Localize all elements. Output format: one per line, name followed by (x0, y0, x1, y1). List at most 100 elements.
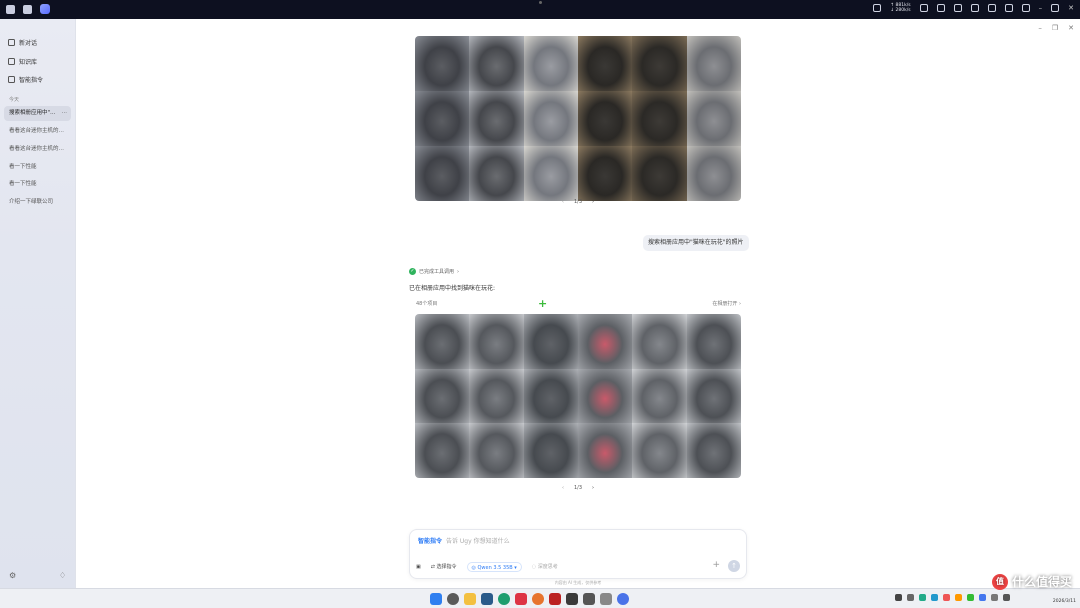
command-tag[interactable]: 智能指令 (418, 536, 442, 545)
app-icon[interactable] (481, 593, 493, 605)
folder-icon[interactable] (464, 593, 476, 605)
notes-icon[interactable] (970, 4, 979, 12)
app2-icon[interactable] (583, 593, 595, 605)
tray-icon[interactable] (943, 594, 950, 601)
search-icon[interactable] (447, 593, 459, 605)
photo-thumbnail[interactable] (632, 91, 687, 146)
sidebar-item-new-chat[interactable]: 新对话 (8, 38, 37, 47)
photo-thumbnail[interactable] (632, 423, 687, 478)
history-item[interactable]: 搜索相册应用中"… ··· (4, 106, 71, 121)
sidebar-item-knowledge[interactable]: 知识库 (8, 57, 37, 66)
more-icon[interactable]: ··· (62, 106, 67, 121)
photo-thumbnail[interactable] (577, 368, 633, 423)
photo-thumbnail[interactable] (686, 91, 741, 146)
photo-thumbnail[interactable] (632, 36, 687, 91)
history-item[interactable]: 看看这台迷你主机的… (4, 124, 71, 139)
photo-thumbnail[interactable] (469, 368, 524, 423)
close-icon[interactable]: ✕ (1068, 4, 1074, 12)
photo-thumbnail[interactable] (415, 368, 470, 423)
photo-thumbnail[interactable] (686, 36, 741, 91)
settings-gear-icon[interactable]: ⚙ (9, 571, 16, 580)
photo-thumbnail[interactable] (686, 314, 741, 369)
sidebar-item-label: 智能指令 (19, 77, 44, 84)
history-item[interactable]: 看一下性能 (4, 177, 71, 192)
tray-icon[interactable] (979, 594, 986, 601)
send-button[interactable]: ↑ (728, 560, 740, 572)
deep-think-toggle[interactable]: ◌ 深度思考 (528, 562, 562, 572)
photo-thumbnail[interactable] (523, 368, 578, 423)
photo-thumbnail[interactable] (523, 146, 578, 201)
tray-icon[interactable] (991, 594, 998, 601)
photo-thumbnail[interactable] (415, 36, 470, 91)
restore-icon[interactable] (1051, 4, 1060, 12)
edge-icon[interactable] (498, 593, 510, 605)
open-in-album-link[interactable]: 在相册打开 › (712, 300, 741, 307)
add-icon[interactable]: + (538, 297, 547, 310)
history-item[interactable]: 看一下性能 (4, 160, 71, 175)
photo-thumbnail[interactable] (686, 146, 741, 201)
pager-prev-icon[interactable]: ‹ (562, 199, 564, 205)
pager-prev-icon[interactable]: ‹ (562, 485, 564, 491)
pager-next-icon[interactable]: › (592, 485, 594, 491)
model-selector[interactable]: ◎ Qwen 3.5 35B ▾ (466, 562, 522, 572)
dashboard-icon[interactable] (873, 4, 882, 12)
tray-icon[interactable] (895, 594, 902, 601)
app4-icon[interactable] (617, 593, 629, 605)
tray-icon[interactable] (931, 594, 938, 601)
search-icon[interactable] (1004, 4, 1013, 12)
photo-thumbnail[interactable] (577, 146, 633, 201)
tray-icon[interactable] (1003, 594, 1010, 601)
pager-next-icon[interactable]: › (592, 199, 594, 205)
photo-thumbnail[interactable] (415, 146, 470, 201)
menu-icon[interactable] (6, 4, 15, 14)
photo-thumbnail[interactable] (523, 314, 578, 369)
app-logo-icon[interactable] (40, 4, 50, 14)
tray-icon[interactable] (967, 594, 974, 601)
photo-thumbnail[interactable] (469, 146, 524, 201)
plus-icon[interactable]: + (712, 560, 720, 570)
tool-status[interactable]: ✓ 已完成工具调用 › (409, 268, 459, 275)
photo-thumbnail[interactable] (523, 36, 578, 91)
photo-thumbnail[interactable] (632, 146, 687, 201)
message-icon[interactable] (953, 4, 962, 12)
brave-icon[interactable] (549, 593, 561, 605)
widget-icon[interactable] (936, 4, 945, 12)
user-icon[interactable] (1021, 4, 1030, 12)
firefox-icon[interactable] (532, 593, 544, 605)
wps-icon[interactable] (515, 593, 527, 605)
photo-thumbnail[interactable] (686, 368, 741, 423)
photo-thumbnail[interactable] (577, 423, 633, 478)
minimize-icon[interactable]: – (1039, 4, 1043, 12)
select-command-button[interactable]: ⇄ 选择指令 (427, 562, 461, 572)
notification-icon[interactable] (987, 4, 996, 12)
start-icon[interactable] (430, 593, 442, 605)
chat-input[interactable]: 告诉 Ugy 你想知道什么 (446, 536, 510, 545)
photo-thumbnail[interactable] (577, 314, 633, 369)
settings-icon[interactable] (919, 4, 928, 12)
photo-thumbnail[interactable] (686, 423, 741, 478)
tray-icon[interactable] (919, 594, 926, 601)
photo-thumbnail[interactable] (523, 423, 578, 478)
photo-thumbnail[interactable] (523, 91, 578, 146)
sidebar-item-commands[interactable]: 智能指令 (8, 75, 43, 84)
tray-icon[interactable] (907, 594, 914, 601)
photo-thumbnail[interactable] (577, 36, 633, 91)
photo-thumbnail[interactable] (469, 423, 524, 478)
history-item[interactable]: 看看这台迷你主机的… (4, 142, 71, 157)
lightbulb-icon[interactable]: ♢ (59, 571, 66, 580)
photo-thumbnail[interactable] (469, 36, 524, 91)
photo-thumbnail[interactable] (469, 91, 524, 146)
photo-thumbnail[interactable] (415, 423, 470, 478)
photo-thumbnail[interactable] (415, 91, 470, 146)
history-item[interactable]: 介绍一下绿联公司 (4, 195, 71, 210)
photo-thumbnail[interactable] (577, 91, 633, 146)
photo-thumbnail[interactable] (469, 314, 524, 369)
photo-thumbnail[interactable] (632, 314, 687, 369)
tray-icon[interactable] (955, 594, 962, 601)
attach-icon[interactable]: ▣ (416, 564, 421, 570)
photo-thumbnail[interactable] (415, 314, 470, 369)
apps-grid-icon[interactable] (23, 4, 32, 14)
terminal-icon[interactable] (566, 593, 578, 605)
photo-thumbnail[interactable] (632, 368, 687, 423)
app3-icon[interactable] (600, 593, 612, 605)
